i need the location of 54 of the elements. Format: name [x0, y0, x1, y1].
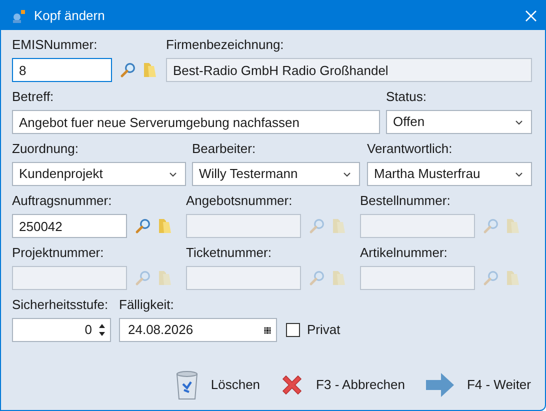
folder-icon[interactable]: [331, 217, 347, 235]
search-icon[interactable]: [483, 218, 499, 234]
search-icon[interactable]: [309, 270, 325, 286]
folder-icon[interactable]: [505, 217, 521, 235]
field-label: Betreff:: [12, 89, 54, 104]
date-field[interactable]: 24.08.2026: [119, 318, 277, 342]
delete-button[interactable]: Löschen: [174, 370, 260, 400]
app-icon: [11, 8, 27, 24]
dropdown[interactable]: Martha Musterfrau: [367, 162, 532, 186]
field-label: Firmenbezeichnung:: [166, 37, 284, 52]
chevron-icon: [515, 172, 523, 176]
field-label: Sicherheitsstufe:: [12, 297, 108, 312]
field-label: Angebotsnummer:: [186, 193, 292, 208]
input-field[interactable]: 8: [12, 58, 112, 82]
folder-icon[interactable]: [331, 269, 347, 287]
field-label: Fälligkeit:: [119, 297, 174, 312]
chevron-icon: [515, 120, 523, 124]
privat-checkbox[interactable]: Privat: [286, 320, 340, 340]
next-button[interactable]: F4 - Weiter: [424, 372, 531, 398]
dropdown[interactable]: Offen: [386, 110, 532, 134]
spin-arrows-icon[interactable]: [98, 323, 106, 337]
cross-icon: [280, 373, 304, 397]
window-title: Kopf ändern: [34, 6, 105, 25]
search-icon[interactable]: [483, 270, 499, 286]
dropdown[interactable]: Willy Testermann: [192, 162, 360, 186]
field-label: Bearbeiter:: [192, 141, 256, 156]
field-label: Artikelnummer:: [360, 245, 448, 260]
field-label: Verantwortlich:: [367, 141, 452, 156]
number-spinner[interactable]: 0: [12, 318, 111, 342]
right-arrow-icon: [424, 372, 455, 398]
trash-icon: [174, 370, 199, 400]
chevron-icon: [169, 172, 177, 176]
chevron-icon: [343, 172, 351, 176]
calendar-icon[interactable]: [264, 326, 271, 334]
field-label: Status:: [386, 89, 426, 104]
folder-icon[interactable]: [157, 269, 173, 287]
field-label: Zuordnung:: [12, 141, 78, 156]
folder-icon[interactable]: [142, 61, 158, 79]
field-label: EMISNummer:: [12, 37, 98, 52]
input-field[interactable]: 250042: [12, 214, 127, 238]
search-icon[interactable]: [120, 62, 136, 78]
field-label: Projektnummer:: [12, 245, 104, 260]
input-field[interactable]: Angebot fuer neue Serverumgebung nachfassen: [12, 110, 380, 134]
field-label: Auftragsnummer:: [12, 193, 112, 208]
search-icon[interactable]: [309, 218, 325, 234]
field-label: Ticketnummer:: [186, 245, 272, 260]
field-label: Bestellnummer:: [360, 193, 450, 208]
folder-icon[interactable]: [505, 269, 521, 287]
cancel-button[interactable]: F3 - Abbrechen: [280, 373, 405, 397]
dropdown[interactable]: Kundenprojekt: [12, 162, 186, 186]
folder-icon[interactable]: [157, 217, 173, 235]
search-icon[interactable]: [135, 270, 151, 286]
search-icon[interactable]: [135, 218, 151, 234]
close-icon[interactable]: [525, 10, 537, 22]
